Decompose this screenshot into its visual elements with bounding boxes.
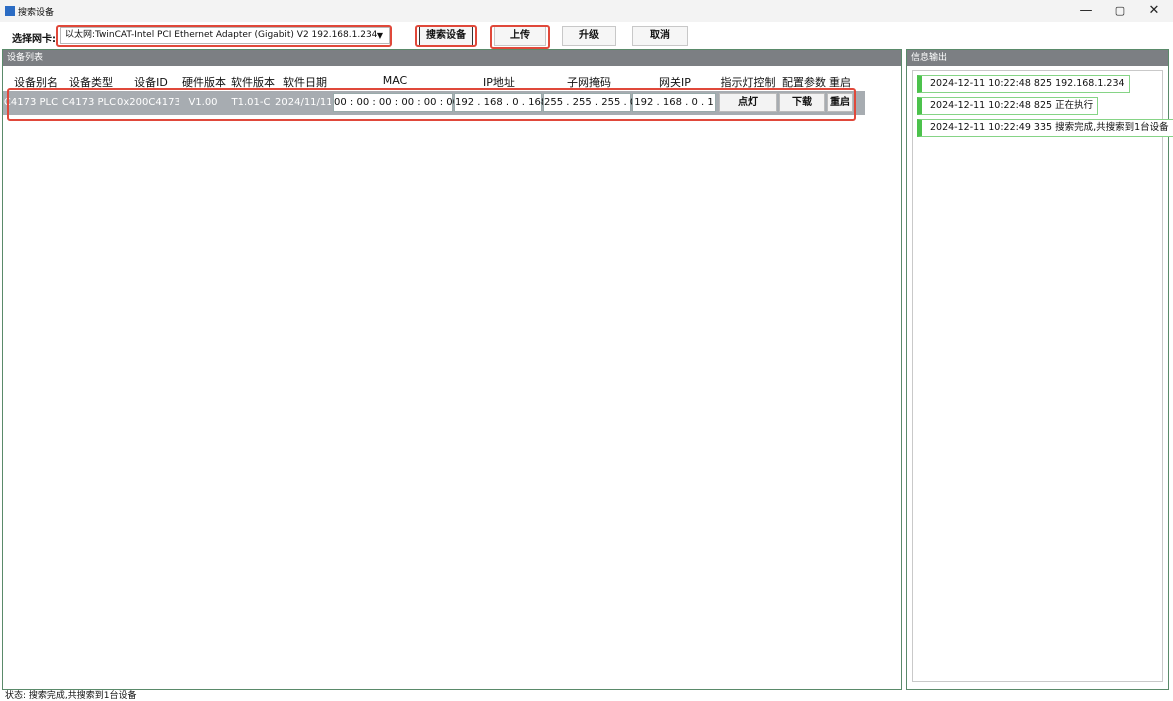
app-icon [5,6,15,16]
device-list-title: 设备列表 [3,50,901,66]
output-panel: 信息输出 2024-12-11 10:22:48 825 192.168.1.2… [906,49,1173,690]
log-item: 2024-12-11 10:22:49 335 搜索完成,共搜索到1台设备 [917,119,1173,137]
log-item: 2024-12-11 10:22:48 825 192.168.1.234 [917,75,1130,93]
title-bar: 搜索设备 — ▢ ✕ [0,0,1173,22]
annotation-box-nic [56,25,392,47]
cancel-button[interactable]: 取消 [632,26,688,46]
minimize-button[interactable]: — [1068,0,1104,22]
close-button[interactable]: ✕ [1136,0,1172,22]
annotation-box-upload [490,25,550,49]
status-text: 状态: 搜索完成,共搜索到1台设备 [5,691,137,701]
window-title: 搜索设备 [18,8,55,18]
device-list-panel: 设备列表 设备别名 设备类型 设备ID 硬件版本 软件版本 软件日期 MAC I… [2,49,902,690]
nic-label: 选择网卡: [12,34,56,45]
log-list: 2024-12-11 10:22:48 825 192.168.1.234 20… [912,70,1173,682]
upgrade-button[interactable]: 升级 [562,26,616,46]
output-title: 信息输出 [907,50,1168,66]
restore-button[interactable]: ▢ [1102,0,1138,22]
column-header[interactable]: MAC [335,74,455,87]
log-item: 2024-12-11 10:22:48 825 正在执行 [917,97,1099,115]
annotation-box-search [415,25,477,47]
annotation-box-device-row [7,88,856,121]
